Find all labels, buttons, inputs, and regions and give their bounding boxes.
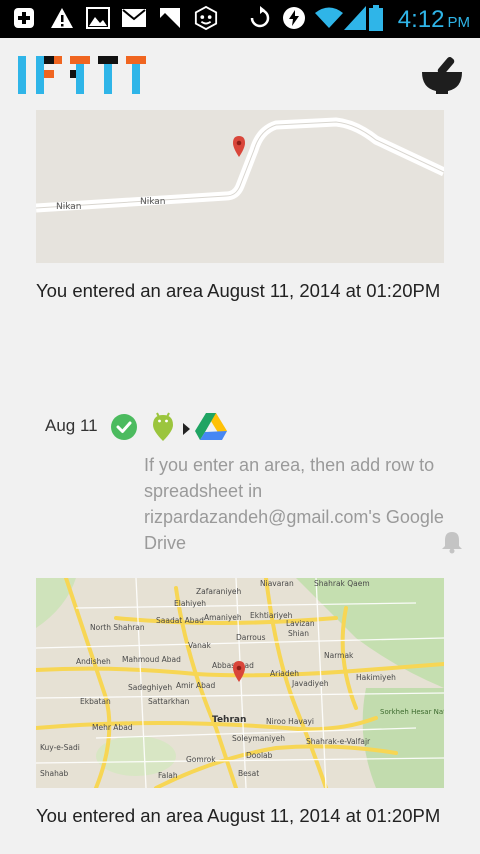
map-label: Shahrak-e-Valfajr: [306, 737, 371, 746]
entry-text: You entered an area August 11, 2014 at 0…: [36, 805, 441, 826]
map-label: Elahiyeh: [174, 599, 206, 608]
ifttt-logo[interactable]: [18, 56, 160, 98]
map-label: Ekbatan: [80, 697, 111, 706]
map-label: Doolab: [246, 751, 273, 760]
map-label: Vanak: [188, 641, 211, 650]
battery-icon: [368, 5, 384, 31]
robot-app-icon: [194, 5, 218, 31]
mortar-pestle-icon[interactable]: [420, 56, 464, 100]
map-label: Saadat Abad: [156, 616, 204, 625]
google-drive-icon[interactable]: [195, 413, 227, 445]
map-label-city: Tehran: [212, 715, 246, 725]
bell-icon[interactable]: [441, 530, 463, 558]
map-label: Niroo Havayi: [266, 717, 314, 726]
map-label: Sorkheh Hesar National Park: [380, 708, 444, 716]
image-icon: [86, 6, 110, 30]
map-label: Hakimiyeh: [356, 673, 396, 682]
map-label: Andisheh: [76, 657, 111, 666]
location-map[interactable]: Nikan Nikan: [36, 110, 444, 263]
map-label: Mehr Abad: [92, 723, 133, 732]
map-label: Besat: [238, 769, 259, 778]
entry-text: You entered an area August 11, 2014 at 0…: [36, 280, 441, 301]
check-circle-icon: [110, 413, 138, 445]
flag-icon: [158, 6, 182, 30]
map-label: Amir Abad: [176, 681, 215, 690]
signal-icon: [344, 6, 366, 30]
app-bar: [0, 38, 480, 110]
street-label: Nikan: [56, 202, 82, 212]
map-label: Shian: [288, 629, 309, 638]
clock: 4:12 PM: [398, 6, 470, 34]
recipe-description[interactable]: If you enter an area, then add row to sp…: [144, 452, 444, 556]
warning-icon: [50, 6, 74, 30]
map-label: Zafaraniyeh: [196, 587, 242, 596]
arrow-right-icon: [183, 420, 191, 439]
map-label: Shahab: [40, 769, 68, 778]
sync-icon: [248, 6, 272, 30]
clock-time: 4:12: [397, 6, 445, 33]
recipe-date: Aug 11: [45, 416, 98, 435]
wifi-icon: [314, 6, 344, 30]
map-label: Soleymaniyeh: [232, 734, 285, 743]
android-location-icon[interactable]: [152, 410, 174, 446]
map-label: Amaniyeh: [204, 613, 242, 622]
map-label: Lavizan: [286, 619, 315, 628]
map-label: Falah: [158, 771, 178, 780]
map-label: Sattarkhan: [148, 697, 190, 706]
battery-saver-icon: [282, 6, 306, 30]
status-bar: 4:12 PM: [0, 0, 480, 38]
mail-icon: [122, 6, 146, 30]
map-label: Mahmoud Abad: [122, 655, 181, 664]
map-label: Ariadeh: [270, 669, 299, 678]
map-label: Darrous: [236, 633, 266, 642]
map-label: Kuy-e-Sadi: [40, 743, 80, 752]
map-label: Niavaran: [260, 579, 294, 588]
add-notification-icon: [12, 6, 36, 30]
map-label: Shahrak Qaem: [314, 579, 370, 588]
map-label: Javadiyeh: [291, 679, 329, 688]
location-map[interactable]: Niavaran Shahrak Qaem Zafaraniyeh Elahiy…: [36, 578, 444, 788]
map-label: North Shahran: [90, 623, 145, 632]
clock-ampm: PM: [447, 14, 471, 31]
map-label: Sadeghiyeh: [128, 683, 172, 692]
street-label: Nikan: [140, 197, 166, 207]
map-label: Narmak: [324, 651, 354, 660]
map-label: Gomrok: [186, 755, 216, 764]
